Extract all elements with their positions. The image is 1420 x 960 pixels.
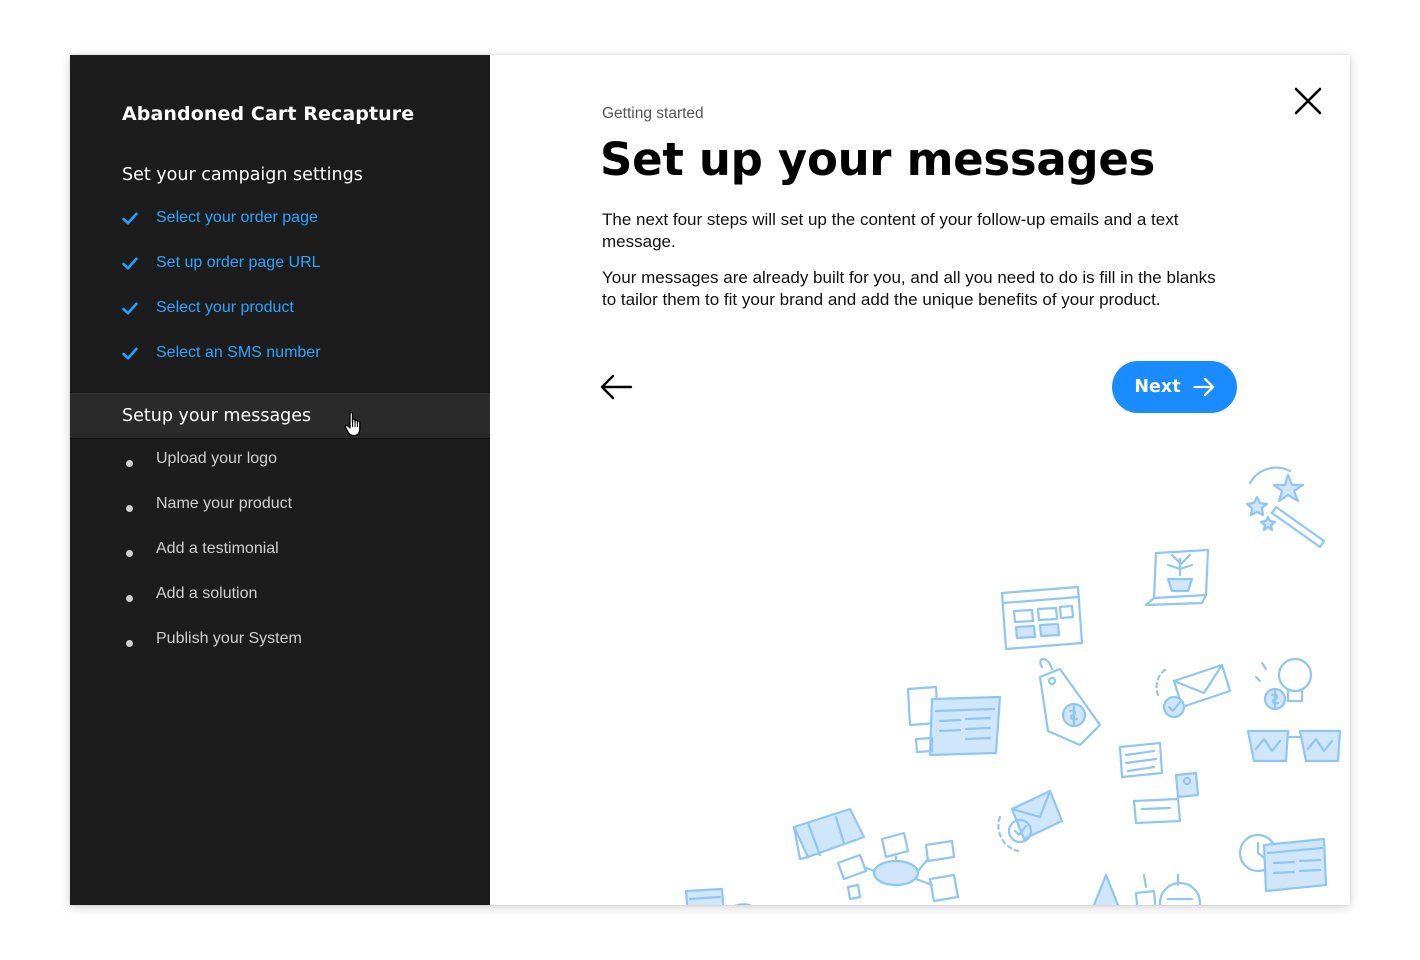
- arrow-right-icon: [1192, 377, 1214, 397]
- setup-wizard-modal: Abandoned Cart Recapture Set your campai…: [70, 55, 1350, 905]
- chat-browser-icon: [684, 887, 752, 905]
- bullet-icon: [126, 549, 133, 557]
- bullet-icon: [126, 504, 133, 512]
- idea-dollar-icon: [1254, 657, 1313, 711]
- next-button[interactable]: Next: [1112, 361, 1237, 413]
- page-title: Set up your messages: [600, 133, 1156, 186]
- step-label: Publish your System: [156, 630, 302, 647]
- step-item-upload-logo[interactable]: Upload your logo: [122, 448, 302, 493]
- next-button-label: Next: [1134, 377, 1181, 397]
- dashboard-window-icon: [1000, 585, 1084, 651]
- details-paragraph: Your messages are already built for you,…: [602, 268, 1216, 309]
- documents-icon: [906, 685, 1002, 757]
- section-title-setup-messages: Setup your messages: [122, 406, 312, 426]
- bullet-icon: [126, 594, 133, 602]
- wizard-sidebar: Abandoned Cart Recapture Set your campai…: [70, 55, 490, 905]
- checkmark-icon: [122, 207, 156, 229]
- laptop-icon: [1144, 548, 1210, 607]
- breadcrumb: Getting started: [602, 105, 704, 122]
- step-label: Select your order page: [156, 209, 318, 226]
- checkmark-icon: [122, 252, 156, 274]
- step-label: Name your product: [156, 495, 293, 512]
- pending-steps-list: Upload your logo Name your product Add a…: [122, 448, 302, 673]
- step-label: Select an SMS number: [156, 344, 321, 361]
- step-item-add-testimonial[interactable]: Add a testimonial: [122, 538, 302, 583]
- clock-browser-icon: [1238, 833, 1328, 893]
- bullet-icon: [126, 459, 133, 467]
- checkmark-icon: [122, 342, 156, 364]
- step-label: Set up order page URL: [156, 254, 321, 271]
- step-item-publish-system[interactable]: Publish your System: [122, 628, 302, 673]
- hand-pointer-icon: [344, 411, 364, 442]
- arrow-left-icon: [600, 374, 633, 400]
- step-item-add-solution[interactable]: Add a solution: [122, 583, 302, 628]
- close-icon: [1294, 87, 1322, 115]
- intro-paragraph: The next four steps will set up the cont…: [602, 210, 1179, 251]
- step-item-select-order-page[interactable]: Select your order page: [122, 207, 321, 252]
- completed-steps-list: Select your order page Set up order page…: [122, 207, 321, 387]
- magic-wand-icon: [1245, 466, 1326, 549]
- step-item-set-up-order-page-url[interactable]: Set up order page URL: [122, 252, 321, 297]
- section-title-campaign-settings: Set your campaign settings: [122, 165, 363, 185]
- step-item-select-sms-number[interactable]: Select an SMS number: [122, 342, 321, 387]
- email-sent-icon: [1155, 663, 1232, 719]
- checkmark-icon: [122, 297, 156, 319]
- step-item-name-product[interactable]: Name your product: [122, 493, 302, 538]
- marketing-doodles-illustration: [684, 466, 1342, 905]
- step-label: Add a testimonial: [156, 540, 279, 557]
- price-tag-icon: [1038, 657, 1102, 747]
- browser-stats-icon: [1118, 741, 1200, 825]
- celebration-icon: [1092, 873, 1202, 905]
- section-item-setup-messages[interactable]: Setup your messages: [70, 393, 490, 439]
- network-diagram-icon: [836, 831, 960, 903]
- step-label: Select your product: [156, 299, 294, 316]
- step-label: Add a solution: [156, 585, 258, 602]
- package-icon: [792, 807, 866, 861]
- app-title: Abandoned Cart Recapture: [122, 103, 415, 125]
- step-item-select-product[interactable]: Select your product: [122, 297, 321, 342]
- bullet-icon: [126, 639, 133, 647]
- glasses-icon: [1246, 729, 1342, 763]
- back-button[interactable]: [596, 367, 636, 407]
- step-label: Upload your logo: [156, 450, 277, 467]
- wizard-content: Getting started Set up your messages The…: [490, 55, 1350, 905]
- email-approved-icon: [997, 789, 1064, 853]
- close-button[interactable]: [1288, 81, 1328, 121]
